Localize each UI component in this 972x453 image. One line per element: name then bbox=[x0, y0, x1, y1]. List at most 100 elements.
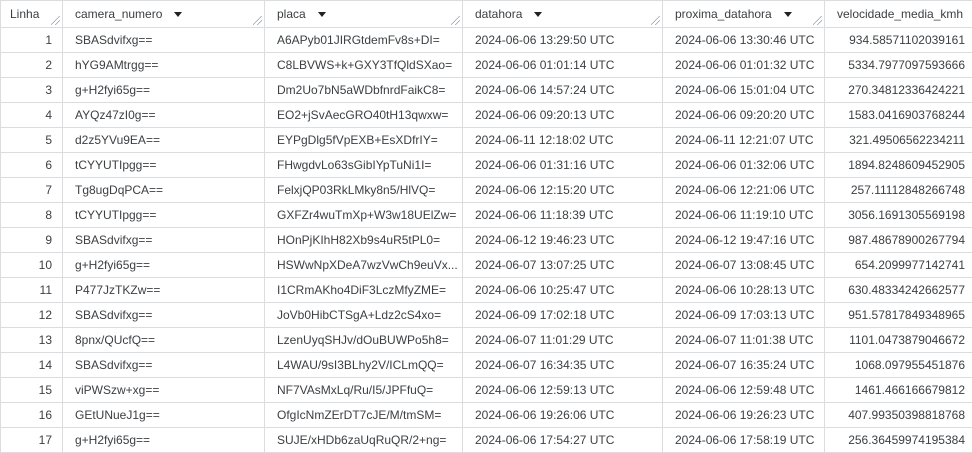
cell-camera-numero[interactable]: SBASdvifxg== bbox=[63, 228, 265, 253]
cell-velocidade-media-kmh[interactable]: 1894.8248609452905 bbox=[825, 153, 972, 178]
cell-placa[interactable]: I1CRmAKho4DiF3LczMfyZME= bbox=[265, 278, 463, 303]
cell-linha[interactable]: 1 bbox=[1, 28, 63, 53]
cell-placa[interactable]: JoVb0HibCTSgA+Ldz2cS4xo= bbox=[265, 303, 463, 328]
cell-linha[interactable]: 13 bbox=[1, 328, 63, 353]
cell-velocidade-media-kmh[interactable]: 5334.7977097593666 bbox=[825, 53, 972, 78]
cell-proxima-datahora[interactable]: 2024-06-12 19:47:16 UTC bbox=[663, 228, 825, 253]
sort-arrow-down-icon[interactable] bbox=[534, 12, 542, 17]
cell-camera-numero[interactable]: g+H2fyi65g== bbox=[63, 253, 265, 278]
cell-placa[interactable]: A6APyb01JIRGtdemFv8s+DI= bbox=[265, 28, 463, 53]
cell-camera-numero[interactable]: hYG9AMtrgg== bbox=[63, 53, 265, 78]
header-datahora[interactable]: datahora bbox=[463, 1, 663, 28]
cell-datahora[interactable]: 2024-06-06 11:18:39 UTC bbox=[463, 203, 663, 228]
cell-proxima-datahora[interactable]: 2024-06-07 16:35:24 UTC bbox=[663, 353, 825, 378]
cell-velocidade-media-kmh[interactable]: 407.99350398818768 bbox=[825, 403, 972, 428]
column-resize-icon[interactable] bbox=[813, 16, 822, 25]
cell-proxima-datahora[interactable]: 2024-06-06 12:21:06 UTC bbox=[663, 178, 825, 203]
cell-placa[interactable]: SUJE/xHDb6zaUqRuQR/2+ng= bbox=[265, 428, 463, 453]
cell-velocidade-media-kmh[interactable]: 951.57817849348965 bbox=[825, 303, 972, 328]
cell-velocidade-media-kmh[interactable]: 630.48334242662577 bbox=[825, 278, 972, 303]
table-row[interactable]: 2hYG9AMtrgg==C8LBVWS+k+GXY3TfQldSXao=202… bbox=[1, 53, 972, 78]
table-row[interactable]: 1SBASdvifxg==A6APyb01JIRGtdemFv8s+DI=202… bbox=[1, 28, 972, 53]
cell-velocidade-media-kmh[interactable]: 257.11112848266748 bbox=[825, 178, 972, 203]
sort-arrow-down-icon[interactable] bbox=[174, 12, 182, 17]
cell-placa[interactable]: L4WAU/9sI3BLhy2V/ICLmQQ= bbox=[265, 353, 463, 378]
cell-datahora[interactable]: 2024-06-06 09:20:13 UTC bbox=[463, 103, 663, 128]
cell-camera-numero[interactable]: GEtUNueJ1g== bbox=[63, 403, 265, 428]
cell-placa[interactable]: C8LBVWS+k+GXY3TfQldSXao= bbox=[265, 53, 463, 78]
cell-velocidade-media-kmh[interactable]: 3056.1691305569198 bbox=[825, 203, 972, 228]
cell-proxima-datahora[interactable]: 2024-06-06 12:59:48 UTC bbox=[663, 378, 825, 403]
cell-datahora[interactable]: 2024-06-07 11:01:29 UTC bbox=[463, 328, 663, 353]
cell-placa[interactable]: FelxjQP03RkLMky8n5/HlVQ= bbox=[265, 178, 463, 203]
cell-camera-numero[interactable]: d2z5YVu9EA== bbox=[63, 128, 265, 153]
sort-arrow-down-icon[interactable] bbox=[784, 12, 792, 17]
cell-camera-numero[interactable]: 8pnx/QUcfQ== bbox=[63, 328, 265, 353]
cell-velocidade-media-kmh[interactable]: 256.36459974195384 bbox=[825, 428, 972, 453]
cell-placa[interactable]: GXFZr4wuTmXp+W3w18UElZw= bbox=[265, 203, 463, 228]
cell-velocidade-media-kmh[interactable]: 321.49506562234211 bbox=[825, 128, 972, 153]
cell-linha[interactable]: 11 bbox=[1, 278, 63, 303]
cell-linha[interactable]: 8 bbox=[1, 203, 63, 228]
cell-camera-numero[interactable]: SBASdvifxg== bbox=[63, 353, 265, 378]
cell-proxima-datahora[interactable]: 2024-06-06 15:01:04 UTC bbox=[663, 78, 825, 103]
cell-linha[interactable]: 12 bbox=[1, 303, 63, 328]
table-row[interactable]: 15viPWSzw+xg==NF7VAsMxLq/Ru/I5/JPFfuQ=20… bbox=[1, 378, 972, 403]
cell-datahora[interactable]: 2024-06-06 12:15:20 UTC bbox=[463, 178, 663, 203]
cell-camera-numero[interactable]: SBASdvifxg== bbox=[63, 303, 265, 328]
column-resize-icon[interactable] bbox=[451, 16, 460, 25]
table-row[interactable]: 6tCYYUTIpgg==FHwgdvLo63sGibIYpTuNi1I= 202… bbox=[1, 153, 972, 178]
cell-linha[interactable]: 3 bbox=[1, 78, 63, 103]
cell-proxima-datahora[interactable]: 2024-06-06 10:28:13 UTC bbox=[663, 278, 825, 303]
cell-proxima-datahora[interactable]: 2024-06-07 13:08:45 UTC bbox=[663, 253, 825, 278]
column-resize-icon[interactable] bbox=[51, 16, 60, 25]
cell-datahora[interactable]: 2024-06-06 10:25:47 UTC bbox=[463, 278, 663, 303]
sort-arrow-down-icon[interactable] bbox=[318, 12, 326, 17]
table-row[interactable]: 10g+H2fyi65g==HSWwNpXDeA7wzVwCh9euVx...2… bbox=[1, 253, 972, 278]
table-row[interactable]: 16GEtUNueJ1g==OfgIcNmZErDT7cJE/M/tmSM=20… bbox=[1, 403, 972, 428]
table-row[interactable]: 5d2z5YVu9EA==EYPgDlg5fVpEXB+EsXDfrIY=202… bbox=[1, 128, 972, 153]
cell-velocidade-media-kmh[interactable]: 934.58571102039161 bbox=[825, 28, 972, 53]
table-row[interactable]: 17g+H2fyi65g==SUJE/xHDb6zaUqRuQR/2+ng=20… bbox=[1, 428, 972, 453]
cell-linha[interactable]: 2 bbox=[1, 53, 63, 78]
table-row[interactable]: 3g+H2fyi65g==Dm2Uo7bN5aWDbfnrdFaikC8=202… bbox=[1, 78, 972, 103]
table-row[interactable]: 11P477JzTKZw==I1CRmAKho4DiF3LczMfyZME=20… bbox=[1, 278, 972, 303]
cell-camera-numero[interactable]: Tg8ugDqPCA== bbox=[63, 178, 265, 203]
cell-datahora[interactable]: 2024-06-06 01:01:14 UTC bbox=[463, 53, 663, 78]
cell-placa[interactable]: EO2+jSvAecGRO40tH13qwxw= bbox=[265, 103, 463, 128]
cell-datahora[interactable]: 2024-06-07 16:34:35 UTC bbox=[463, 353, 663, 378]
table-row[interactable]: 12SBASdvifxg==JoVb0HibCTSgA+Ldz2cS4xo=20… bbox=[1, 303, 972, 328]
cell-proxima-datahora[interactable]: 2024-06-06 09:20:20 UTC bbox=[663, 103, 825, 128]
cell-placa[interactable]: EYPgDlg5fVpEXB+EsXDfrIY= bbox=[265, 128, 463, 153]
cell-datahora[interactable]: 2024-06-06 13:29:50 UTC bbox=[463, 28, 663, 53]
cell-datahora[interactable]: 2024-06-11 12:18:02 UTC bbox=[463, 128, 663, 153]
cell-datahora[interactable]: 2024-06-06 17:54:27 UTC bbox=[463, 428, 663, 453]
header-camera-numero[interactable]: camera_numero bbox=[63, 1, 265, 28]
cell-proxima-datahora[interactable]: 2024-06-06 19:26:23 UTC bbox=[663, 403, 825, 428]
cell-camera-numero[interactable]: tCYYUTIpgg== bbox=[63, 153, 265, 178]
cell-proxima-datahora[interactable]: 2024-06-06 17:58:19 UTC bbox=[663, 428, 825, 453]
cell-camera-numero[interactable]: SBASdvifxg== bbox=[63, 28, 265, 53]
cell-placa[interactable]: LzenUyqSHJv/dOuBUWPo5h8= bbox=[265, 328, 463, 353]
cell-placa[interactable]: HOnPjKIhH82Xb9s4uR5tPL0= bbox=[265, 228, 463, 253]
table-row[interactable]: 8tCYYUTIpgg==GXFZr4wuTmXp+W3w18UElZw=202… bbox=[1, 203, 972, 228]
table-row[interactable]: 4AYQz47zI0g==EO2+jSvAecGRO40tH13qwxw=202… bbox=[1, 103, 972, 128]
cell-proxima-datahora[interactable]: 2024-06-06 01:32:06 UTC bbox=[663, 153, 825, 178]
cell-velocidade-media-kmh[interactable]: 654.2099977142741 bbox=[825, 253, 972, 278]
cell-velocidade-media-kmh[interactable]: 1101.0473879046672 bbox=[825, 328, 972, 353]
cell-camera-numero[interactable]: AYQz47zI0g== bbox=[63, 103, 265, 128]
cell-placa[interactable]: OfgIcNmZErDT7cJE/M/tmSM= bbox=[265, 403, 463, 428]
cell-datahora[interactable]: 2024-06-09 17:02:18 UTC bbox=[463, 303, 663, 328]
column-resize-icon[interactable] bbox=[651, 16, 660, 25]
cell-datahora[interactable]: 2024-06-12 19:46:23 UTC bbox=[463, 228, 663, 253]
cell-datahora[interactable]: 2024-06-06 12:59:13 UTC bbox=[463, 378, 663, 403]
cell-velocidade-media-kmh[interactable]: 1068.097955451876 bbox=[825, 353, 972, 378]
cell-placa[interactable]: FHwgdvLo63sGibIYpTuNi1I= bbox=[265, 153, 463, 178]
cell-datahora[interactable]: 2024-06-06 14:57:24 UTC bbox=[463, 78, 663, 103]
cell-linha[interactable]: 9 bbox=[1, 228, 63, 253]
cell-linha[interactable]: 6 bbox=[1, 153, 63, 178]
cell-camera-numero[interactable]: tCYYUTIpgg== bbox=[63, 203, 265, 228]
header-placa[interactable]: placa bbox=[265, 1, 463, 28]
cell-linha[interactable]: 4 bbox=[1, 103, 63, 128]
column-resize-icon[interactable] bbox=[253, 16, 262, 25]
